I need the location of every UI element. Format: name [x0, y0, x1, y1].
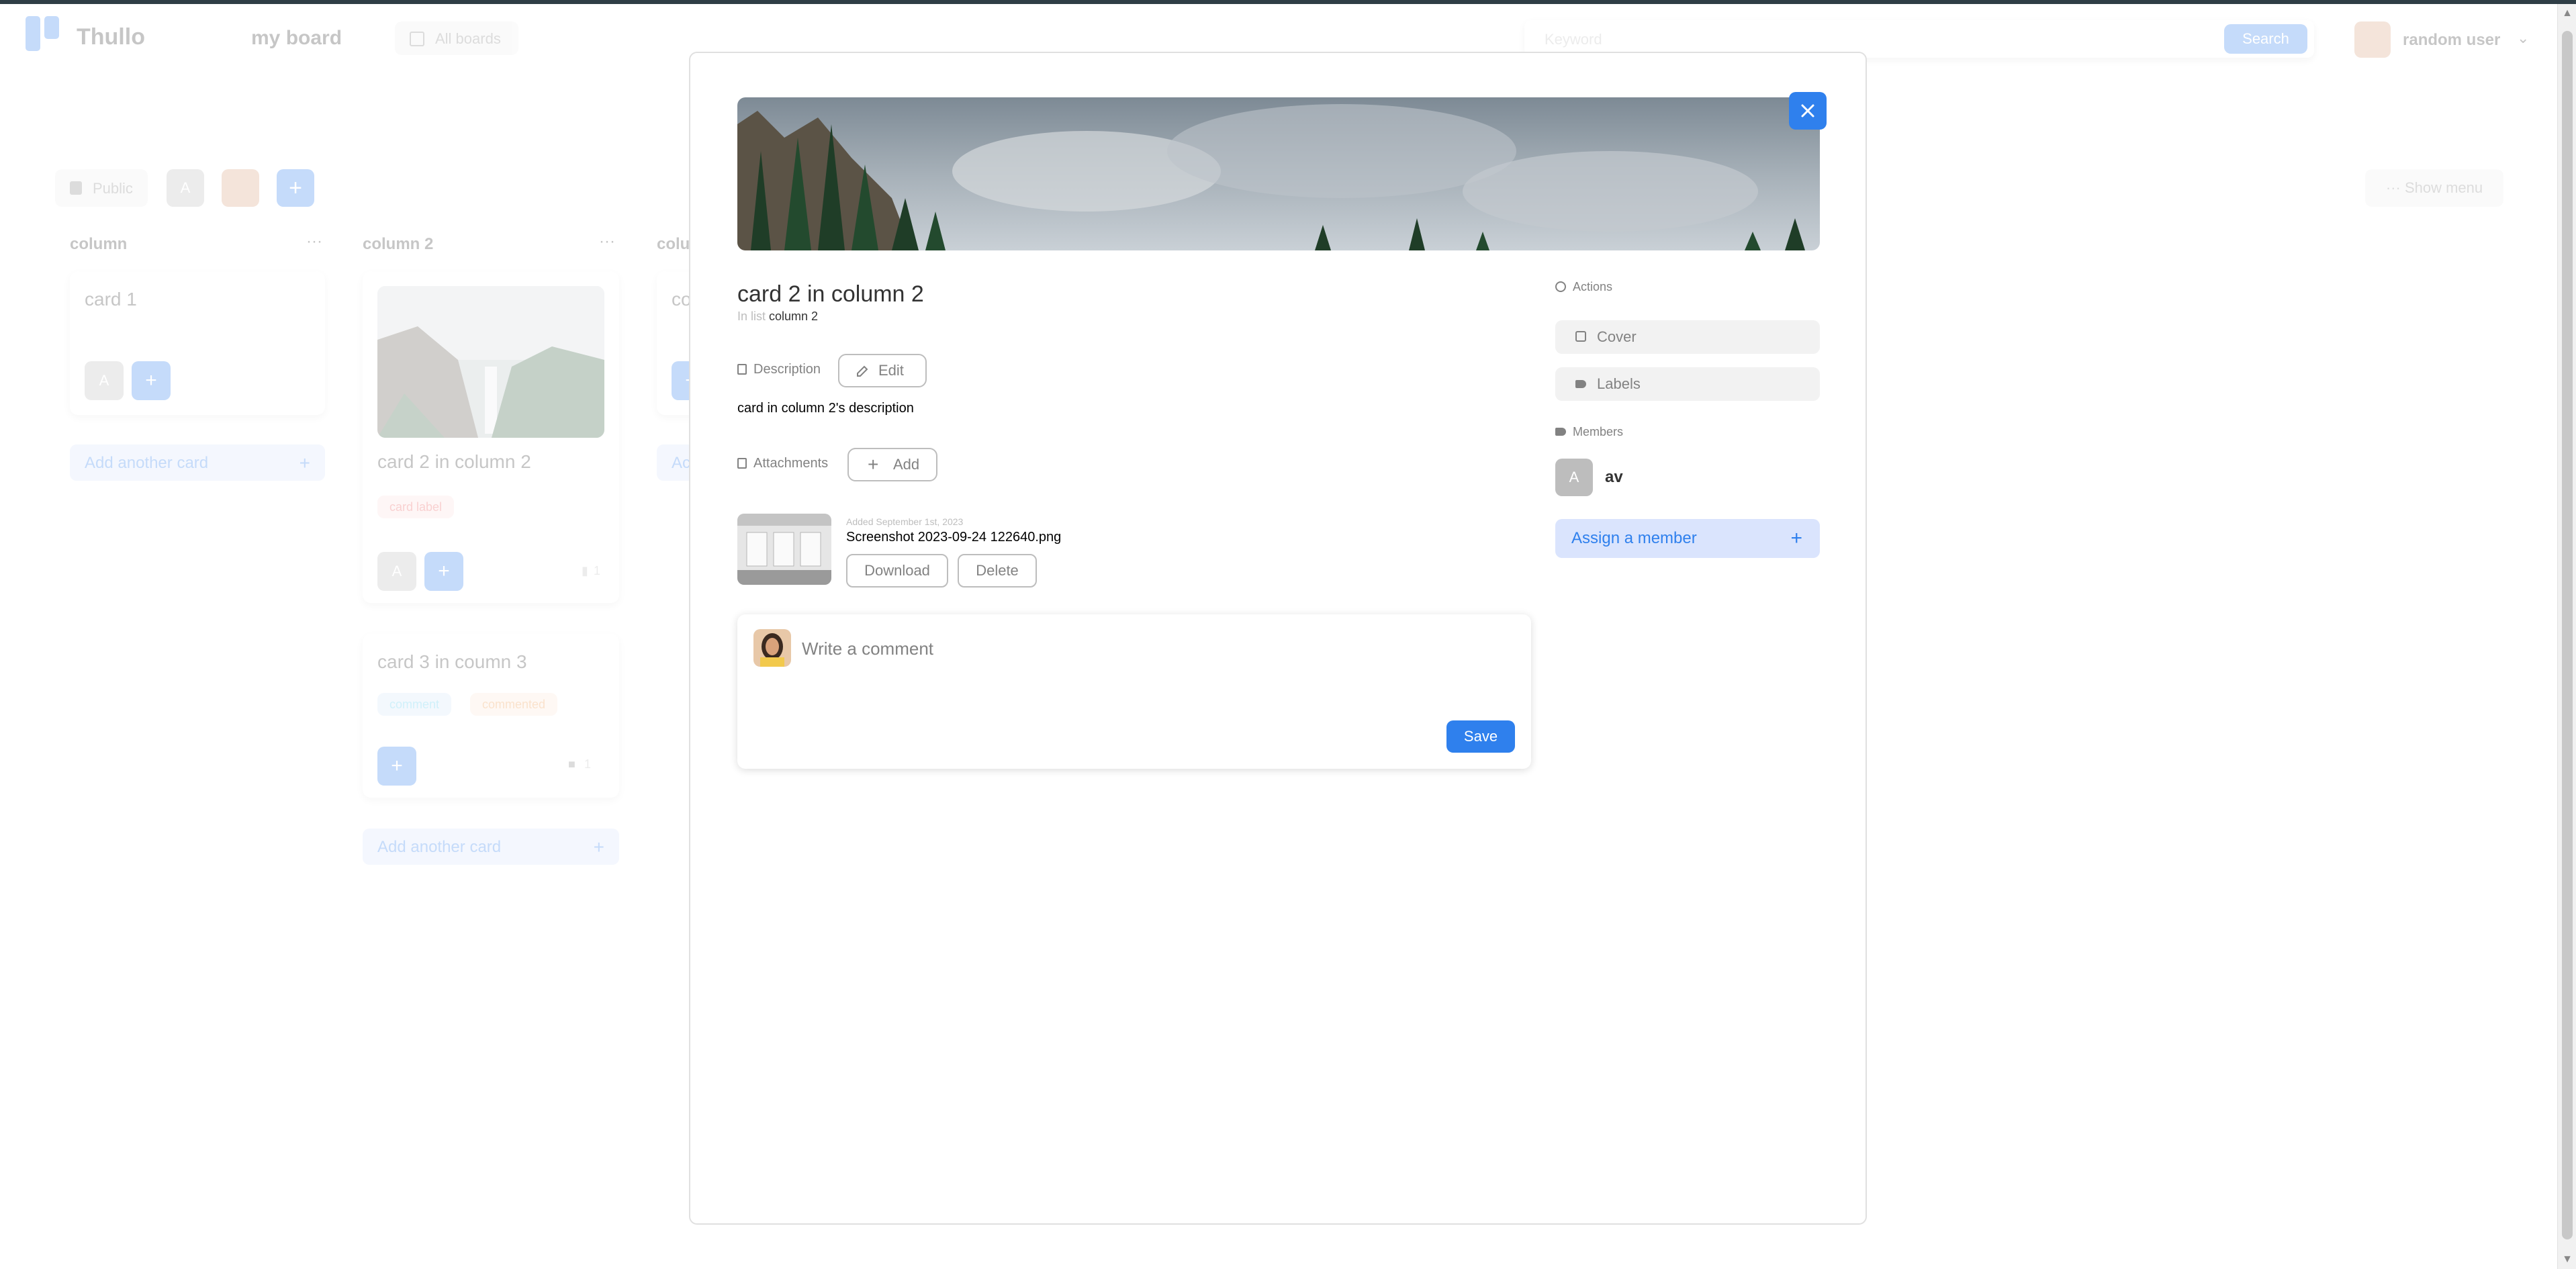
close-button[interactable] [1789, 92, 1827, 130]
actions-section-label: Actions [1555, 280, 1612, 294]
attachment-thumbnail [737, 514, 831, 585]
tag-icon [1555, 428, 1566, 436]
actions-label: Actions [1573, 280, 1613, 293]
in-list-info: In list column 2 [737, 310, 818, 324]
member-name: av [1605, 468, 1623, 486]
plus-icon: + [868, 454, 879, 475]
document-icon [737, 458, 747, 469]
attachment-filename: Screenshot 2023-09-24 122640.png [846, 530, 1062, 545]
edit-description-button[interactable]: Edit [838, 354, 927, 387]
labels-label: Labels [1597, 375, 1641, 392]
labels-button[interactable]: Labels [1555, 367, 1820, 401]
delete-button[interactable]: Delete [958, 554, 1037, 588]
download-button[interactable]: Download [846, 554, 948, 588]
card-title: card 2 in column 2 [737, 281, 924, 307]
image-icon [1575, 331, 1586, 342]
member-avatar: A [1555, 459, 1593, 496]
scroll-down-icon[interactable]: ▼ [2558, 1250, 2576, 1269]
comment-box: Write a comment Save [737, 614, 1531, 769]
user-circle-icon [1555, 281, 1566, 292]
add-label: Add [893, 456, 920, 473]
card-detail-modal: card 2 in column 2 In list column 2 Desc… [689, 52, 1867, 1225]
scroll-up-icon[interactable]: ▲ [2558, 4, 2576, 23]
in-list-name: column 2 [769, 310, 819, 323]
assign-member-label: Assign a member [1571, 529, 1697, 547]
members-label: Members [1573, 425, 1624, 438]
description-label: Description [753, 362, 821, 377]
cover-button[interactable]: Cover [1555, 320, 1820, 354]
card-cover-image [737, 97, 1820, 250]
assign-member-button[interactable]: Assign a member + [1555, 519, 1820, 558]
tag-icon [1575, 380, 1586, 388]
pencil-icon [857, 365, 868, 377]
plus-icon: + [1790, 527, 1802, 549]
members-section-label: Members [1555, 425, 1623, 439]
page-scrollbar[interactable]: ▲ ▼ [2557, 4, 2576, 1269]
description-section-label: Description [737, 362, 821, 377]
comment-input[interactable]: Write a comment [802, 639, 933, 659]
edit-label: Edit [878, 362, 904, 379]
scrollbar-thumb[interactable] [2562, 31, 2573, 1239]
close-icon [1801, 104, 1814, 117]
attachments-section-label: Attachments [737, 456, 828, 471]
document-icon [737, 364, 747, 375]
save-comment-button[interactable]: Save [1446, 720, 1515, 753]
cover-label: Cover [1597, 328, 1637, 345]
commenter-avatar [753, 629, 791, 667]
attachments-label: Attachments [753, 456, 829, 471]
attachment-date: Added September 1st, 2023 [846, 516, 964, 527]
in-list-prefix: In list [737, 310, 766, 323]
add-attachment-button[interactable]: + Add [847, 448, 937, 481]
description-text: card in column 2's description [737, 401, 914, 416]
